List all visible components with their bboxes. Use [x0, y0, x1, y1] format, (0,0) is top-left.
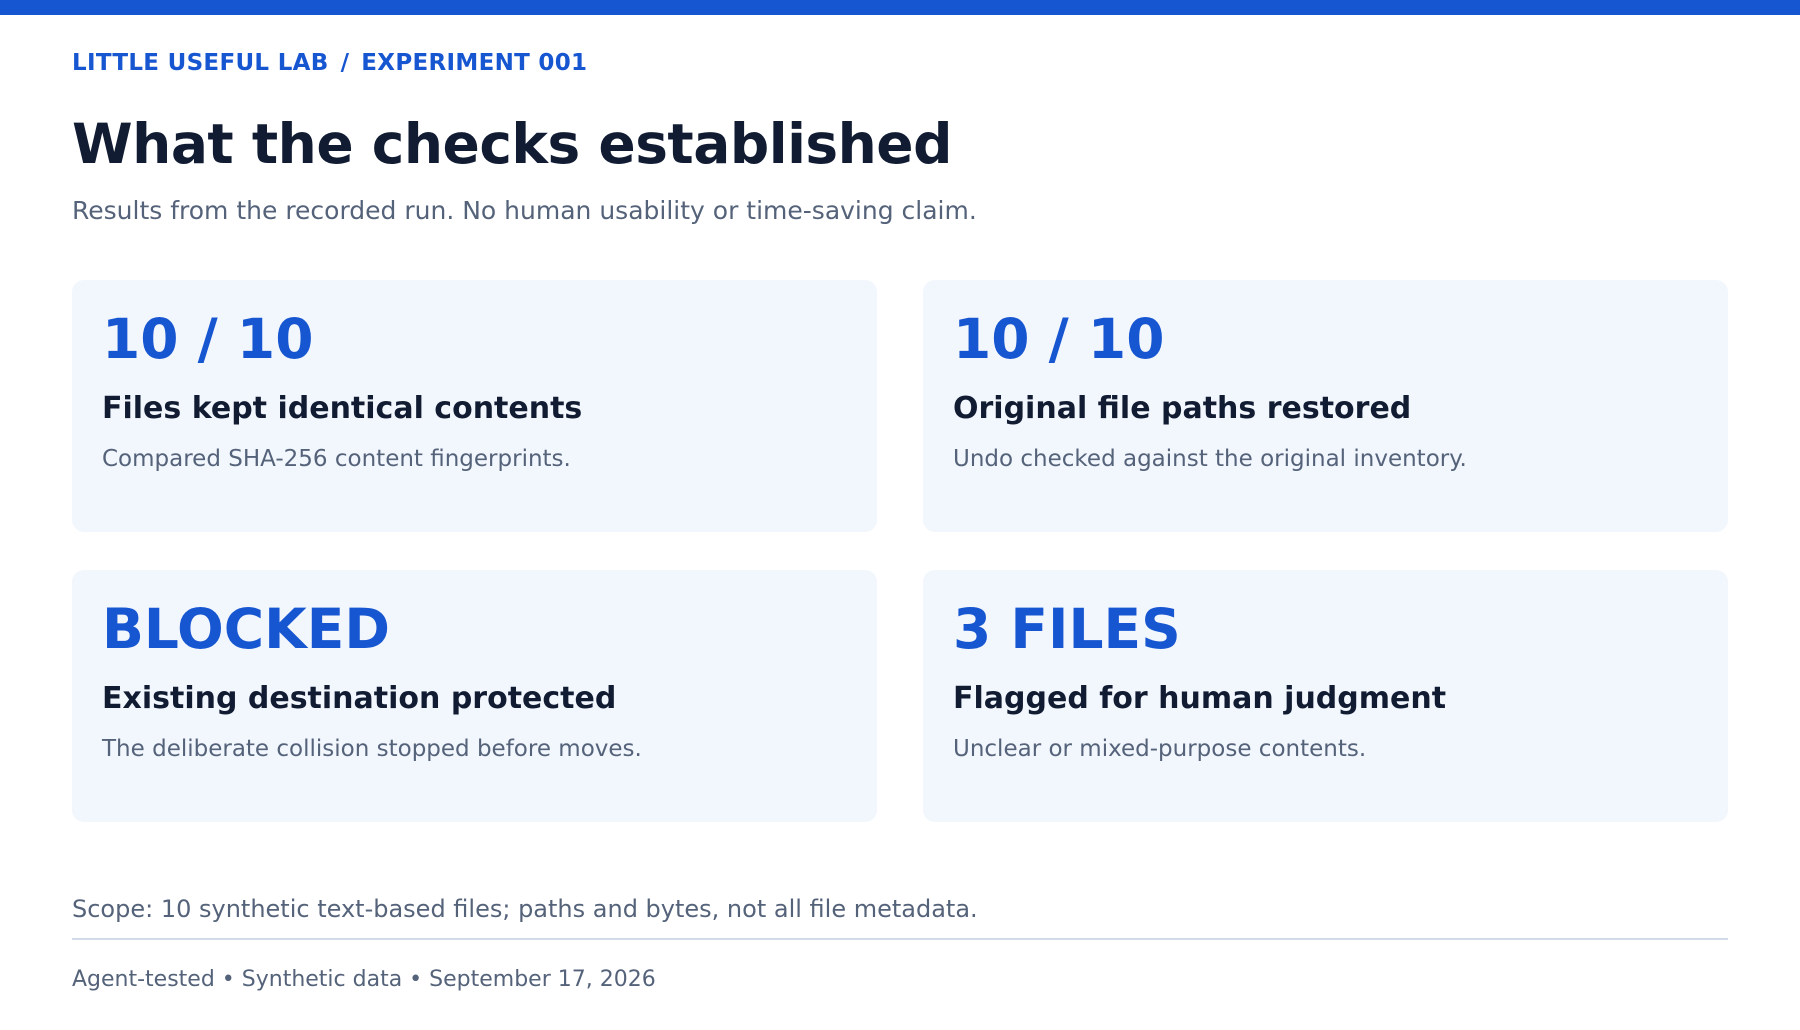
page: LITTLE USEFUL LAB / EXPERIMENT 001 What th… [72, 0, 1728, 1030]
footer-meta: Agent-tested • Synthetic data • Septembe… [72, 967, 656, 992]
page-title: What the checks established [72, 112, 952, 176]
result-card-flagged-files: 3 FILES Flagged for human judgment Uncle… [923, 570, 1728, 822]
breadcrumb: LITTLE USEFUL LAB / EXPERIMENT 001 [72, 50, 587, 76]
card-heading: Original file paths restored [953, 391, 1412, 426]
results-grid: 10 / 10 Files kept identical contents Co… [72, 280, 1728, 822]
breadcrumb-separator: / [340, 50, 350, 76]
card-description: Undo checked against the original invent… [953, 446, 1467, 472]
card-heading: Files kept identical contents [102, 391, 583, 426]
result-card-identical-contents: 10 / 10 Files kept identical contents Co… [72, 280, 877, 532]
scope-note: Scope: 10 synthetic text-based files; pa… [72, 895, 978, 923]
card-heading: Flagged for human judgment [953, 681, 1447, 716]
card-metric: BLOCKED [102, 597, 390, 661]
footer-divider [72, 938, 1728, 940]
card-heading: Existing destination protected [102, 681, 617, 716]
card-description: Unclear or mixed-purpose contents. [953, 736, 1367, 762]
card-metric: 3 FILES [953, 597, 1181, 661]
card-description: The deliberate collision stopped before … [102, 736, 642, 762]
result-card-paths-restored: 10 / 10 Original file paths restored Und… [923, 280, 1728, 532]
card-description: Compared SHA-256 content fingerprints. [102, 446, 571, 472]
breadcrumb-lab: LITTLE USEFUL LAB [72, 50, 329, 76]
card-metric: 10 / 10 [953, 307, 1165, 371]
result-card-destination-protected: BLOCKED Existing destination protected T… [72, 570, 877, 822]
page-subtitle: Results from the recorded run. No human … [72, 196, 977, 225]
breadcrumb-experiment: EXPERIMENT 001 [361, 50, 588, 76]
card-metric: 10 / 10 [102, 307, 314, 371]
